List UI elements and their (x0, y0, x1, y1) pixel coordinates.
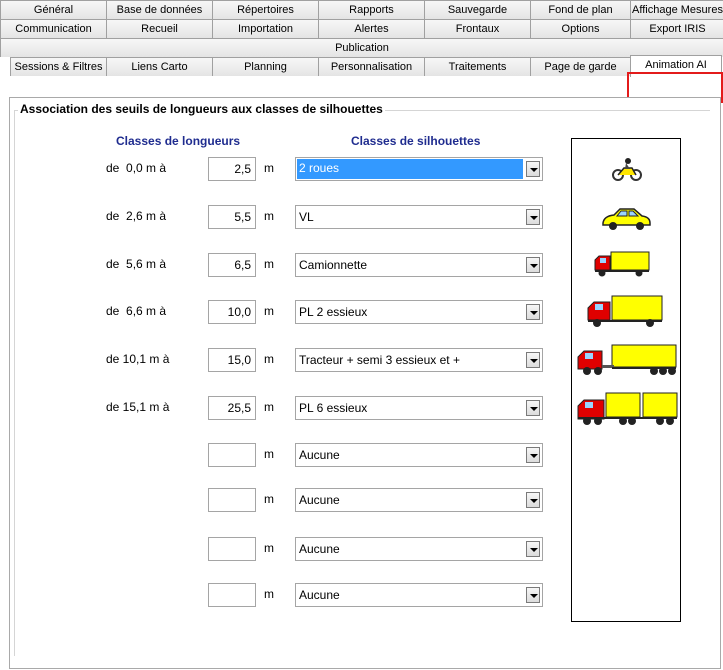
tab-sessions-filtres[interactable]: Sessions & Filtres (10, 57, 107, 76)
car-icon (602, 208, 651, 230)
tab-general[interactable]: Général (0, 0, 107, 19)
from-label: de 10,1 m à (106, 352, 170, 366)
silhouette-select[interactable]: Camionnette (295, 253, 543, 277)
from-label: de 6,6 m à (106, 304, 167, 318)
from-label: de 5,6 m à (106, 257, 167, 271)
semi-trailer-icon (577, 344, 677, 375)
silhouette-select[interactable]: Aucune (295, 443, 543, 467)
tab-liens-carto[interactable]: Liens Carto (106, 57, 213, 76)
chevron-down-icon[interactable] (526, 257, 540, 273)
unit-label: m (264, 209, 274, 223)
unit-label: m (264, 492, 274, 506)
select-value: PL 6 essieux (299, 401, 368, 415)
tab-sauvegarde[interactable]: Sauvegarde (424, 0, 531, 19)
select-value: Aucune (299, 448, 340, 462)
select-value: Aucune (299, 588, 340, 602)
select-value: 2 roues (297, 159, 523, 179)
max-length-input[interactable] (208, 443, 256, 467)
tab-publication[interactable]: Publication (0, 38, 723, 57)
van-icon (594, 251, 650, 277)
tab-base-de-donnees[interactable]: Base de données (106, 0, 213, 19)
silhouette-select[interactable]: Aucune (295, 488, 543, 512)
truck-2-axles-icon (587, 295, 663, 327)
silhouette-preview (571, 138, 681, 622)
unit-label: m (264, 352, 274, 366)
max-length-input[interactable] (208, 537, 256, 561)
max-length-input[interactable]: 2,5 (208, 157, 256, 181)
max-length-input[interactable]: 15,0 (208, 348, 256, 372)
chevron-down-icon[interactable] (526, 304, 540, 320)
unit-label: m (264, 447, 274, 461)
silhouette-select[interactable]: Aucune (295, 583, 543, 607)
max-length-input[interactable]: 6,5 (208, 253, 256, 277)
chevron-down-icon[interactable] (526, 492, 540, 508)
max-length-input[interactable] (208, 583, 256, 607)
unit-label: m (264, 161, 274, 175)
tab-affichage-mesures[interactable]: Affichage Mesures (630, 0, 723, 19)
unit-label: m (264, 400, 274, 414)
truck-6-axles-icon (577, 392, 678, 425)
from-label: de 0,0 m à (106, 161, 167, 175)
motorcycle-icon (612, 158, 642, 181)
tab-page-de-garde[interactable]: Page de garde (530, 57, 631, 76)
silhouettes-header: Classes de silhouettes (351, 134, 481, 148)
tab-options[interactable]: Options (530, 19, 631, 38)
tab-frontaux[interactable]: Frontaux (424, 19, 531, 38)
chevron-down-icon[interactable] (526, 209, 540, 225)
silhouette-select[interactable]: PL 2 essieux (295, 300, 543, 324)
tab-alertes[interactable]: Alertes (318, 19, 425, 38)
chevron-down-icon[interactable] (526, 587, 540, 603)
max-length-input[interactable] (208, 488, 256, 512)
select-value: Aucune (299, 493, 340, 507)
tab-importation[interactable]: Importation (212, 19, 319, 38)
tab-fond-de-plan[interactable]: Fond de plan (530, 0, 631, 19)
tab-personnalisation[interactable]: Personnalisation (318, 57, 425, 76)
max-length-input[interactable]: 5,5 (208, 205, 256, 229)
silhouette-select[interactable]: Aucune (295, 537, 543, 561)
max-length-input[interactable]: 10,0 (208, 300, 256, 324)
select-value: PL 2 essieux (299, 305, 368, 319)
unit-label: m (264, 587, 274, 601)
tab-traitements[interactable]: Traitements (424, 57, 531, 76)
chevron-down-icon[interactable] (526, 352, 540, 368)
silhouette-select[interactable]: PL 6 essieux (295, 396, 543, 420)
from-label: de 15,1 m à (106, 400, 170, 414)
select-value: Tracteur + semi 3 essieux et + (299, 353, 460, 367)
tab-recueil[interactable]: Recueil (106, 19, 213, 38)
tab-export-iris[interactable]: Export IRIS (630, 19, 723, 38)
chevron-down-icon[interactable] (526, 541, 540, 557)
silhouette-select[interactable]: 2 roues (295, 157, 543, 181)
tab-planning[interactable]: Planning (212, 57, 319, 76)
unit-label: m (264, 541, 274, 555)
select-value: Camionnette (299, 258, 368, 272)
tab-rapports[interactable]: Rapports (318, 0, 425, 19)
max-length-input[interactable]: 25,5 (208, 396, 256, 420)
lengths-header: Classes de longueurs (116, 134, 241, 148)
select-value: Aucune (299, 542, 340, 556)
chevron-down-icon[interactable] (526, 400, 540, 416)
tab-repertoires[interactable]: Répertoires (212, 0, 319, 19)
unit-label: m (264, 257, 274, 271)
chevron-down-icon[interactable] (526, 447, 540, 463)
silhouette-select[interactable]: Tracteur + semi 3 essieux et + (295, 348, 543, 372)
select-value: VL (299, 210, 314, 224)
silhouette-select[interactable]: VL (295, 205, 543, 229)
tab-communication[interactable]: Communication (0, 19, 107, 38)
group-title: Association des seuils de longueurs aux … (18, 102, 385, 116)
chevron-down-icon[interactable] (526, 161, 540, 177)
unit-label: m (264, 304, 274, 318)
from-label: de 2,6 m à (106, 209, 167, 223)
